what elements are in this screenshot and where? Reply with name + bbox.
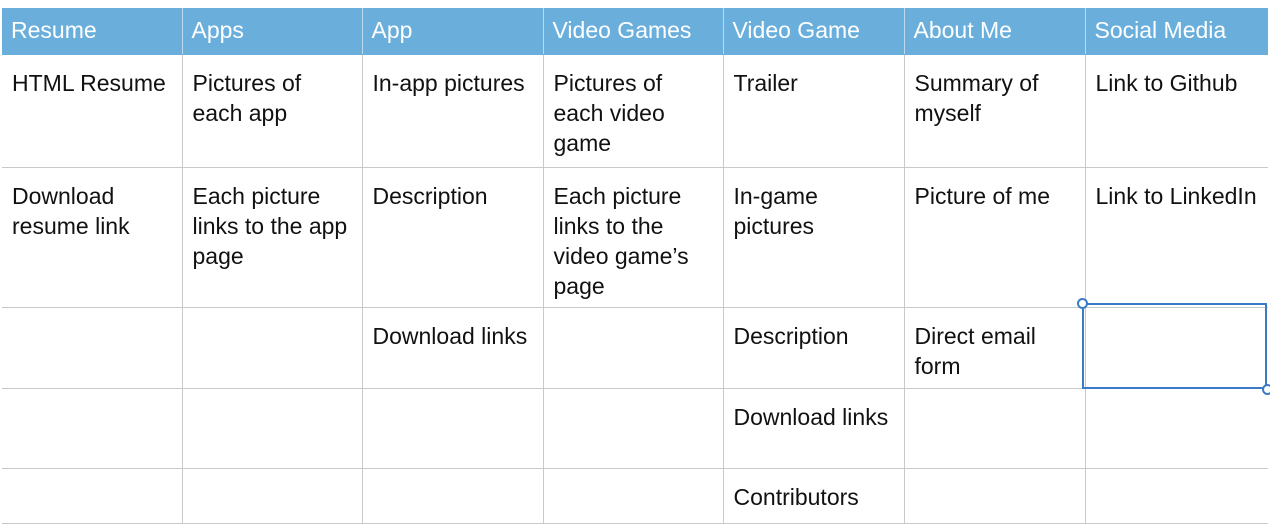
- table-cell[interactable]: Direct email form: [903, 306, 1086, 389]
- table-cell[interactable]: [542, 387, 724, 469]
- column-header-about-me[interactable]: About Me: [904, 8, 1086, 55]
- column-header-video-game[interactable]: Video Game: [723, 8, 905, 55]
- table-cell[interactable]: [1084, 467, 1268, 524]
- table-row: Contributors: [2, 467, 1268, 524]
- table-cell[interactable]: In-game pictures: [722, 166, 905, 308]
- table-cell[interactable]: Picture of me: [903, 166, 1086, 308]
- table-row: Download resume link Each picture links …: [2, 166, 1268, 308]
- table-cell[interactable]: [181, 467, 363, 524]
- table-cell[interactable]: Trailer: [722, 53, 905, 168]
- table-cell[interactable]: Description: [361, 166, 544, 308]
- header-row: Resume Apps App Video Games Video Game A…: [2, 8, 1268, 55]
- table-cell[interactable]: [2, 387, 183, 469]
- column-header-apps[interactable]: Apps: [182, 8, 363, 55]
- table-cell[interactable]: Pictures of each video game: [542, 53, 724, 168]
- table-cell[interactable]: Each picture links to the app page: [181, 166, 363, 308]
- table-cell[interactable]: Link to LinkedIn: [1084, 166, 1268, 308]
- table-cell[interactable]: Description: [722, 306, 905, 389]
- table-cell[interactable]: [2, 306, 183, 389]
- table-cell[interactable]: [903, 467, 1086, 524]
- table-cell[interactable]: [903, 387, 1086, 469]
- table-cell[interactable]: [361, 467, 544, 524]
- table-cell[interactable]: [2, 467, 183, 524]
- selection-handle-top-left[interactable]: [1077, 298, 1088, 309]
- table-cell[interactable]: Contributors: [722, 467, 905, 524]
- table-cell[interactable]: Download links: [361, 306, 544, 389]
- table-cell[interactable]: [181, 306, 363, 389]
- column-header-video-games[interactable]: Video Games: [543, 8, 724, 55]
- table-row: Download links Description Direct email …: [2, 306, 1268, 389]
- table-cell[interactable]: Download resume link: [2, 166, 183, 308]
- table-cell[interactable]: [542, 306, 724, 389]
- column-header-social-media[interactable]: Social Media: [1085, 8, 1268, 55]
- cell-selection-outline[interactable]: [1077, 298, 1270, 395]
- table-row: Download links: [2, 387, 1268, 469]
- table-cell[interactable]: Download links: [722, 387, 905, 469]
- selection-handle-bottom-right[interactable]: [1262, 384, 1270, 395]
- table-cell[interactable]: [1084, 387, 1268, 469]
- table-cell[interactable]: Link to Github: [1084, 53, 1268, 168]
- spreadsheet-table: Resume Apps App Video Games Video Game A…: [2, 8, 1268, 524]
- column-header-resume[interactable]: Resume: [2, 8, 183, 55]
- table-cell[interactable]: Pictures of each app: [181, 53, 363, 168]
- column-header-app[interactable]: App: [362, 8, 544, 55]
- table-cell[interactable]: [181, 387, 363, 469]
- table-cell[interactable]: In-app pictures: [361, 53, 544, 168]
- table-cell[interactable]: HTML Resume: [2, 53, 183, 168]
- table-cell[interactable]: [361, 387, 544, 469]
- table-row: HTML Resume Pictures of each app In-app …: [2, 53, 1268, 168]
- table-cell[interactable]: [542, 467, 724, 524]
- table-cell[interactable]: Each picture links to the video game’s p…: [542, 166, 724, 308]
- table-cell[interactable]: Summary of myself: [903, 53, 1086, 168]
